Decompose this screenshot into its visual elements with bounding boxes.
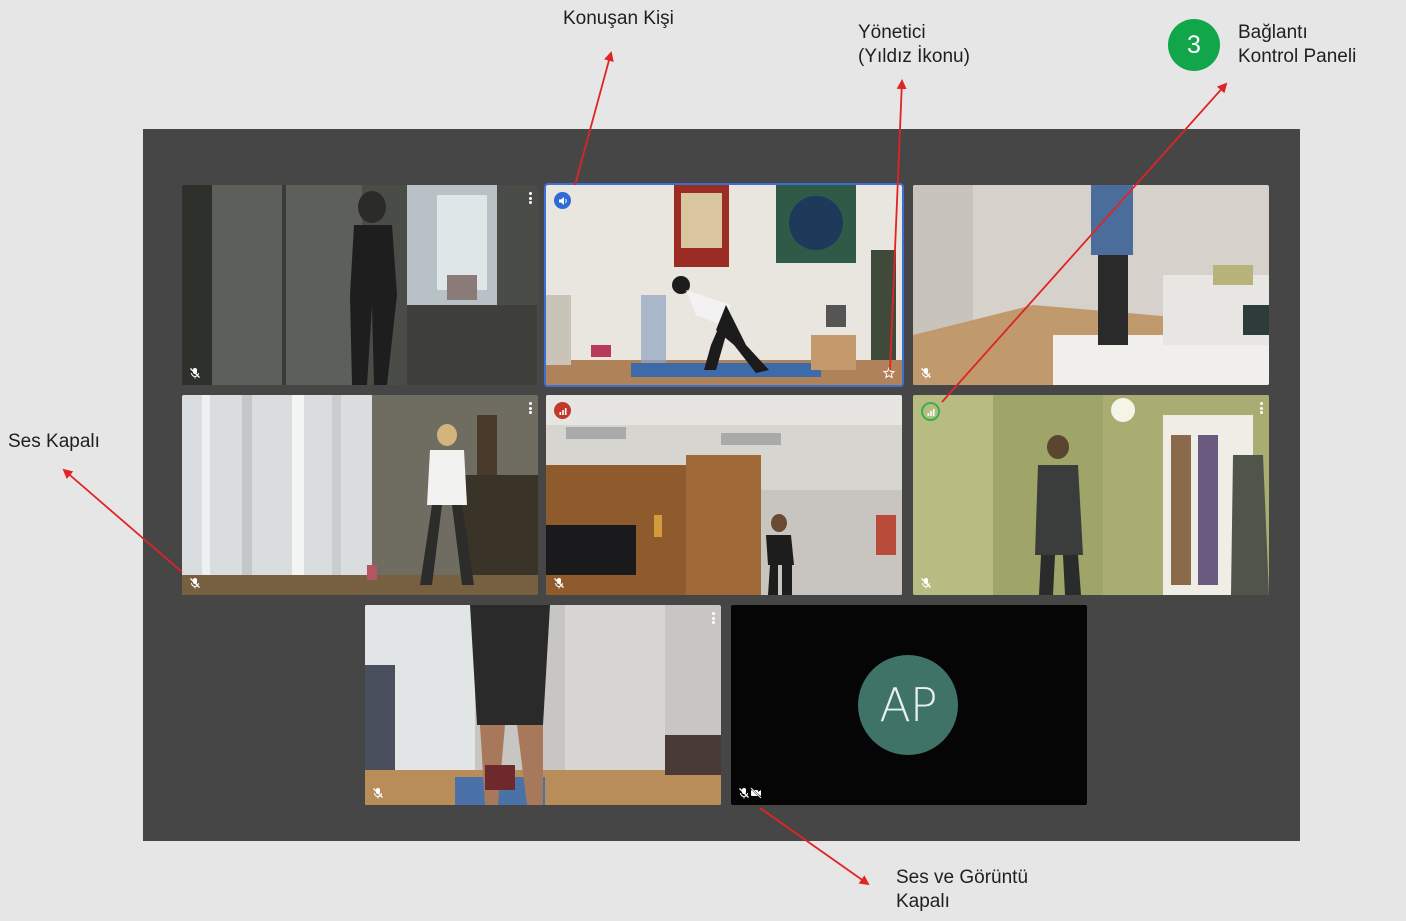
annotation-muted-text: Ses Kapalı bbox=[8, 431, 100, 452]
microphone-off-icon bbox=[921, 368, 931, 379]
video-feed bbox=[546, 395, 902, 595]
more-options-icon[interactable] bbox=[529, 192, 532, 204]
video-feed bbox=[182, 185, 538, 385]
microphone-off-icon bbox=[739, 788, 749, 799]
microphone-off-icon bbox=[554, 578, 564, 589]
annotation-speaker: Konuşan Kişi bbox=[563, 7, 674, 31]
camera-off-icon bbox=[750, 787, 762, 799]
more-options-icon[interactable] bbox=[1260, 402, 1263, 414]
participant-tile-camera-off[interactable]: AP bbox=[731, 605, 1087, 805]
participant-tile[interactable] bbox=[182, 395, 538, 595]
microphone-off-icon bbox=[921, 578, 931, 589]
annotation-connection-line2: Kontrol Paneli bbox=[1238, 46, 1357, 67]
signal-bars-icon[interactable] bbox=[921, 402, 940, 421]
participant-tile[interactable] bbox=[913, 185, 1269, 385]
annotation-av-off-line2: Kapalı bbox=[896, 891, 950, 912]
more-options-icon[interactable] bbox=[712, 612, 715, 624]
video-feed bbox=[546, 185, 902, 385]
more-options-icon[interactable] bbox=[529, 402, 532, 414]
participant-tile[interactable] bbox=[913, 395, 1269, 595]
video-feed bbox=[182, 395, 538, 595]
video-feed bbox=[913, 395, 1269, 595]
annotation-muted: Ses Kapalı bbox=[8, 430, 100, 454]
video-feed bbox=[913, 185, 1269, 385]
participant-tile[interactable] bbox=[365, 605, 721, 805]
annotation-connection: Bağlantı Kontrol Paneli bbox=[1238, 21, 1356, 69]
microphone-off-icon bbox=[190, 578, 200, 589]
annotation-speaker-text: Konuşan Kişi bbox=[563, 8, 674, 29]
participant-tile[interactable] bbox=[546, 395, 902, 595]
video-grid: AP bbox=[143, 129, 1300, 841]
annotation-av-off: Ses ve Görüntü Kapalı bbox=[896, 866, 1028, 914]
annotation-connection-line1: Bağlantı bbox=[1238, 22, 1308, 43]
video-feed bbox=[365, 605, 721, 805]
step-number-badge: 3 bbox=[1168, 19, 1220, 71]
annotation-host-line2: (Yıldız İkonu) bbox=[858, 46, 970, 67]
avatar: AP bbox=[858, 655, 958, 755]
microphone-off-icon bbox=[373, 788, 383, 799]
annotation-host: Yönetici (Yıldız İkonu) bbox=[858, 21, 970, 69]
signal-bars-icon[interactable] bbox=[554, 402, 571, 419]
annotation-av-off-line1: Ses ve Görüntü bbox=[896, 867, 1029, 888]
speaker-icon bbox=[554, 192, 571, 209]
star-icon bbox=[883, 367, 895, 379]
participant-tile[interactable] bbox=[182, 185, 538, 385]
annotation-host-line1: Yönetici bbox=[858, 22, 926, 43]
microphone-off-icon bbox=[190, 368, 200, 379]
participant-tile-active-speaker[interactable] bbox=[546, 185, 902, 385]
